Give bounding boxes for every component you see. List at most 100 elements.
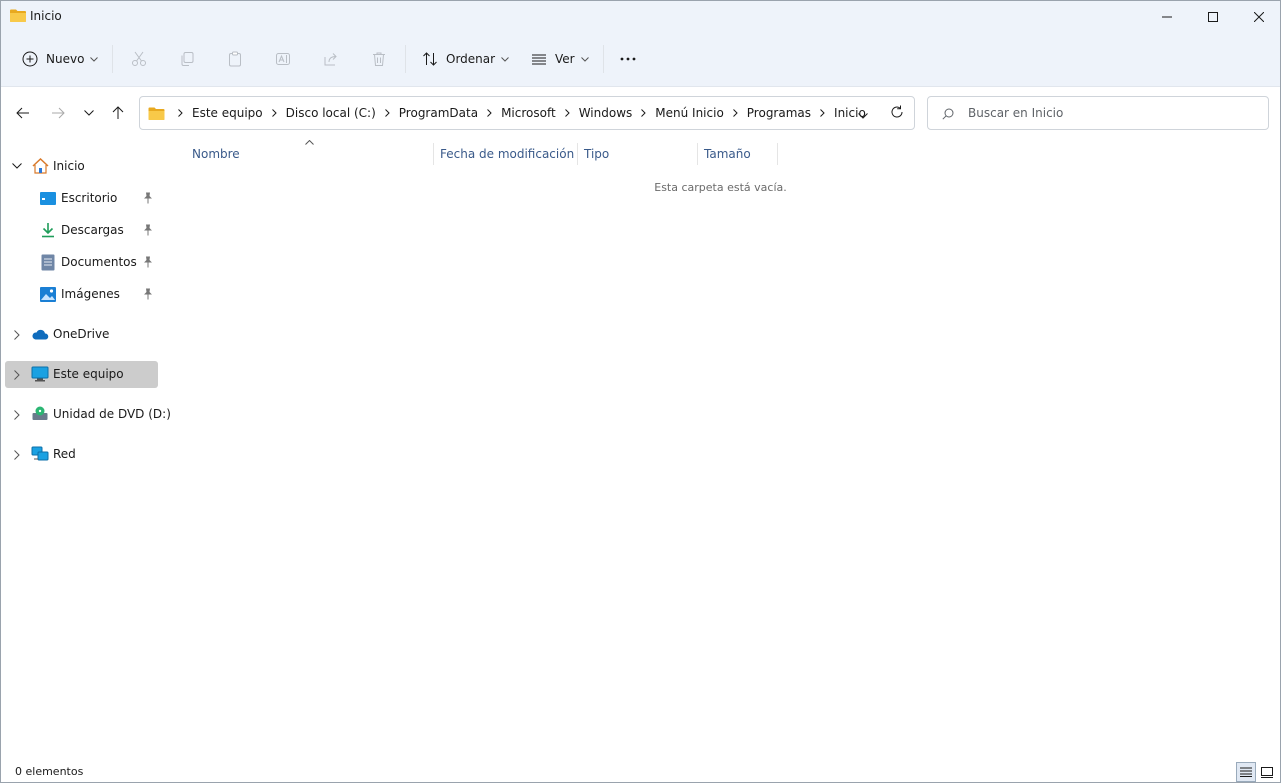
- rename-button[interactable]: [275, 39, 291, 79]
- scissors-icon: [132, 51, 146, 66]
- file-list: Nombre Fecha de modificación Tipo Tamaño…: [167, 139, 1280, 759]
- navigation-pane: Inicio Escritorio Descargas Documentos I…: [1, 139, 171, 759]
- arrow-left-icon: [16, 107, 29, 119]
- rename-icon: [276, 53, 290, 65]
- pin-icon: [144, 256, 152, 268]
- empty-folder-message: Esta carpeta está vacía.: [654, 181, 787, 194]
- column-header-size[interactable]: Tamaño: [704, 143, 751, 165]
- sidebar-item-onedrive[interactable]: OneDrive: [5, 321, 158, 348]
- search-placeholder: Buscar en Inicio: [968, 106, 1064, 120]
- sort-button[interactable]: Ordenar: [422, 39, 509, 79]
- chevron-down-icon: [12, 163, 22, 169]
- back-button[interactable]: [10, 101, 36, 125]
- download-icon: [42, 223, 54, 238]
- sidebar-item-label: OneDrive: [53, 327, 110, 341]
- plus-circle-icon: [22, 51, 38, 67]
- copy-button[interactable]: [179, 39, 195, 79]
- large-icons-view-button[interactable]: [1257, 762, 1277, 782]
- breadcrumb-disco-local[interactable]: Disco local (C:): [286, 106, 376, 120]
- tiles-view-icon: [1261, 766, 1273, 778]
- breadcrumb-menu-inicio[interactable]: Menú Inicio: [655, 106, 724, 120]
- desktop-icon: [40, 192, 56, 205]
- folder-icon: [10, 9, 26, 22]
- breadcrumb-programas[interactable]: Programas: [747, 106, 811, 120]
- minimize-button[interactable]: [1144, 1, 1190, 33]
- sidebar-item-dvd[interactable]: Unidad de DVD (D:): [5, 401, 171, 428]
- toolbar-divider: [405, 45, 406, 73]
- pin-icon: [144, 288, 152, 300]
- chevron-right-icon: [820, 109, 825, 117]
- address-history-button[interactable]: [858, 108, 868, 122]
- refresh-icon: [891, 105, 903, 118]
- clipboard-icon: [229, 51, 241, 67]
- cloud-icon: [32, 329, 49, 340]
- details-view-button[interactable]: [1236, 762, 1256, 782]
- sidebar-item-home[interactable]: Inicio: [5, 153, 158, 180]
- chevron-right-icon: [384, 109, 390, 117]
- item-count: 0 elementos: [15, 765, 84, 778]
- column-header-type[interactable]: Tipo: [584, 143, 609, 165]
- minimize-icon: [1162, 16, 1172, 18]
- command-bar: Nuevo Ordenar Ver: [1, 39, 1280, 79]
- column-header-date[interactable]: Fecha de modificación: [440, 143, 574, 165]
- toolbar-divider: [112, 45, 113, 73]
- close-button[interactable]: [1236, 1, 1280, 33]
- sidebar-item-documentos[interactable]: Documentos: [5, 249, 158, 276]
- chevron-down-icon: [501, 56, 509, 62]
- sidebar-item-label: Imágenes: [61, 287, 120, 301]
- sidebar-item-escritorio[interactable]: Escritorio: [5, 185, 158, 212]
- up-button[interactable]: [105, 101, 131, 125]
- network-icon: [31, 446, 49, 461]
- search-box[interactable]: Buscar en Inicio: [927, 96, 1269, 130]
- recent-locations-button[interactable]: [76, 101, 102, 125]
- new-button[interactable]: Nuevo: [22, 39, 99, 79]
- column-divider[interactable]: [777, 143, 778, 165]
- sidebar-item-red[interactable]: Red: [5, 441, 158, 468]
- cut-button[interactable]: [131, 39, 147, 79]
- sidebar-item-descargas[interactable]: Descargas: [5, 217, 158, 244]
- arrow-up-icon: [112, 106, 124, 119]
- command-area: Inicio Nuevo Ordenar Ver: [1, 1, 1280, 87]
- address-bar[interactable]: Este equipo Disco local (C:) ProgramData…: [139, 96, 915, 130]
- status-bar: 0 elementos: [1, 761, 1280, 782]
- sidebar-item-label: Unidad de DVD (D:): [53, 407, 171, 421]
- breadcrumb-windows[interactable]: Windows: [579, 106, 633, 120]
- sort-ascending-icon: [305, 140, 314, 145]
- pictures-icon: [40, 287, 56, 302]
- column-divider[interactable]: [697, 143, 698, 165]
- delete-button[interactable]: [371, 39, 387, 79]
- folder-icon: [148, 107, 165, 120]
- share-button[interactable]: [323, 39, 339, 79]
- sidebar-item-label: Este equipo: [53, 367, 124, 381]
- chevron-right-icon: [271, 109, 277, 117]
- column-divider[interactable]: [577, 143, 578, 165]
- file-explorer-window: Inicio Nuevo Ordenar Ver Este equipo Dis…: [0, 0, 1281, 783]
- computer-icon: [31, 366, 49, 382]
- breadcrumb-microsoft[interactable]: Microsoft: [501, 106, 556, 120]
- sort-label: Ordenar: [446, 52, 496, 66]
- column-divider[interactable]: [433, 143, 434, 165]
- sidebar-item-este-equipo[interactable]: Este equipo: [5, 361, 158, 388]
- forward-button[interactable]: [45, 101, 71, 125]
- sidebar-item-imagenes[interactable]: Imágenes: [5, 281, 158, 308]
- chevron-right-icon: [732, 109, 738, 117]
- maximize-button[interactable]: [1190, 1, 1236, 33]
- breadcrumb-este-equipo[interactable]: Este equipo: [192, 106, 263, 120]
- search-icon: [942, 108, 954, 120]
- more-options-button[interactable]: [620, 39, 636, 79]
- chevron-right-icon: [14, 330, 20, 340]
- column-header-name[interactable]: Nombre: [192, 143, 240, 165]
- breadcrumb-programdata[interactable]: ProgramData: [399, 106, 478, 120]
- sort-icon: [423, 52, 437, 66]
- maximize-icon: [1208, 12, 1218, 22]
- navigation-bar: Este equipo Disco local (C:) ProgramData…: [1, 87, 1280, 139]
- pin-icon: [144, 224, 152, 236]
- paste-button[interactable]: [227, 39, 243, 79]
- arrow-right-icon: [52, 107, 65, 119]
- refresh-button[interactable]: [890, 105, 904, 122]
- view-button[interactable]: Ver: [531, 39, 589, 79]
- chevron-right-icon: [14, 450, 20, 460]
- chevron-right-icon: [178, 109, 183, 117]
- pin-icon: [144, 192, 152, 204]
- sidebar-item-label: Descargas: [61, 223, 124, 237]
